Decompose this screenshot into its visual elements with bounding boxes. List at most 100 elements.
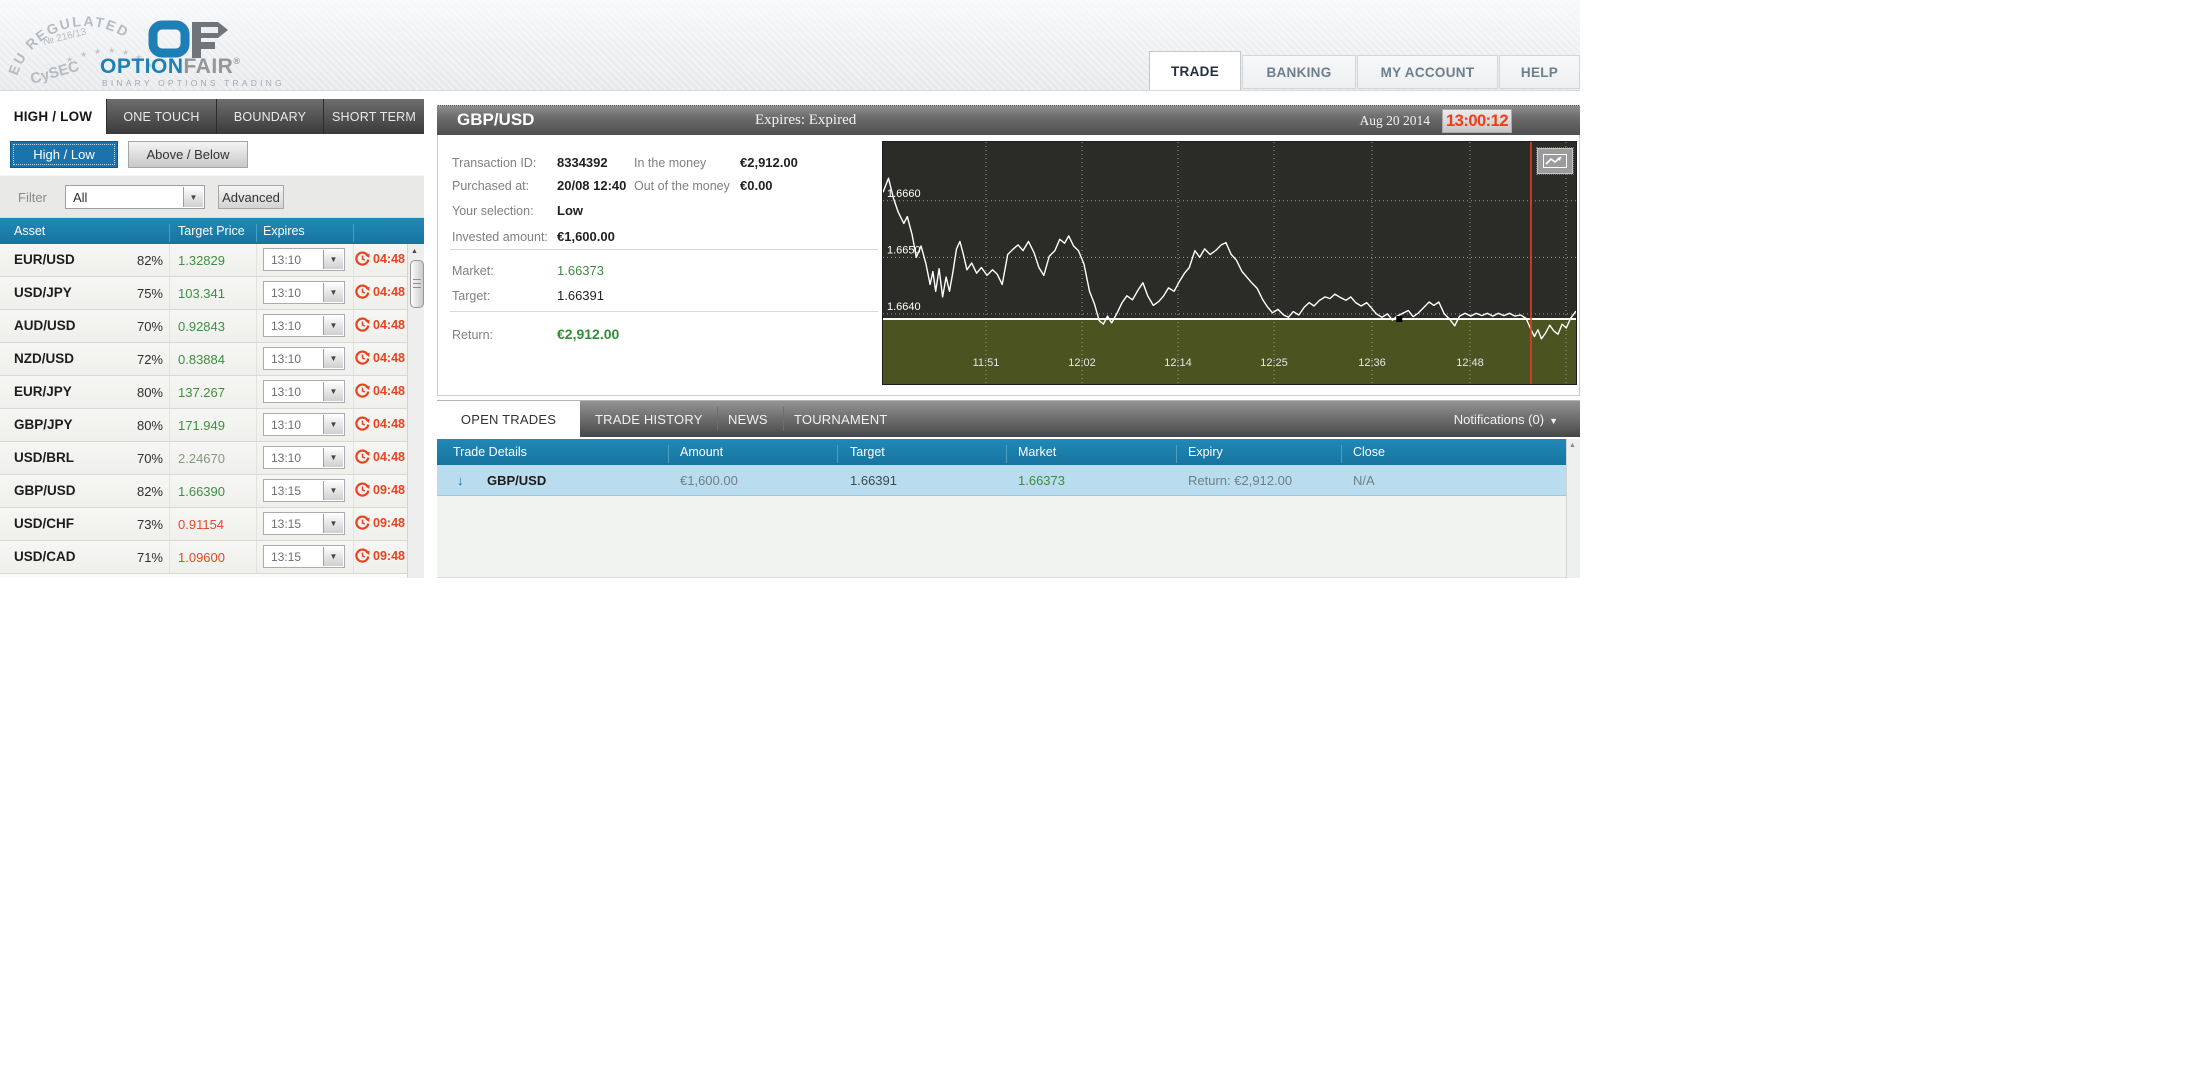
tab-boundary[interactable]: BOUNDARY xyxy=(217,99,324,134)
asset-pair-label: GBP/USD xyxy=(14,483,76,498)
filter-select[interactable]: All ▼ xyxy=(65,185,205,209)
asset-row[interactable]: USD/JPY 75% 103.341 13:10 ▼ 04:48 xyxy=(0,277,407,310)
market-label: Market: xyxy=(452,264,494,278)
expiry-select[interactable]: 13:10 ▼ xyxy=(263,248,345,271)
asset-payout: 71% xyxy=(136,550,163,565)
asset-pair-label: AUD/USD xyxy=(14,318,76,333)
nav-tab-my-account[interactable]: MY ACCOUNT xyxy=(1357,55,1498,89)
asset-row[interactable]: EUR/JPY 80% 137.267 13:10 ▼ 04:48 xyxy=(0,376,407,409)
chevron-down-icon[interactable]: ▼ xyxy=(183,187,203,207)
countdown: 04:48 xyxy=(355,383,405,398)
open-trade-row[interactable]: ↓ GBP/USD €1,600.00 1.66391 1.66373 Retu… xyxy=(437,465,1566,496)
expiry-select[interactable]: 13:10 ▼ xyxy=(263,314,345,337)
thumb-grip xyxy=(413,287,421,288)
chevron-down-icon[interactable]: ▼ xyxy=(323,481,343,500)
expiry-select[interactable]: 13:15 ▼ xyxy=(263,545,345,568)
registered-mark: ® xyxy=(233,56,241,66)
asset-payout: 80% xyxy=(136,418,163,433)
asset-row[interactable]: USD/CHF 73% 0.91154 13:15 ▼ 09:48 xyxy=(0,508,407,541)
col-close: Close xyxy=(1353,445,1385,459)
chevron-down-icon[interactable]: ▼ xyxy=(323,250,343,269)
nav-tab-banking[interactable]: BANKING xyxy=(1242,55,1356,89)
asset-row[interactable]: NZD/USD 72% 0.83884 13:10 ▼ 04:48 xyxy=(0,343,407,376)
column-divider xyxy=(256,541,257,573)
chevron-down-icon[interactable]: ▼ xyxy=(323,349,343,368)
expiry-select[interactable]: 13:10 ▼ xyxy=(263,413,345,436)
nav-tab-trade[interactable]: TRADE xyxy=(1149,51,1241,90)
chevron-down-icon[interactable]: ▼ xyxy=(323,415,343,434)
optionfair-logo-icon xyxy=(148,20,228,58)
chevron-down-icon[interactable]: ▼ xyxy=(323,316,343,335)
tab-short-term[interactable]: SHORT TERM xyxy=(324,99,424,134)
column-divider xyxy=(169,409,170,441)
nav-tab-help[interactable]: HELP xyxy=(1499,55,1580,89)
tab-tournament[interactable]: TOURNAMENT xyxy=(794,412,887,427)
target-label: Target: xyxy=(452,289,491,303)
tab-trade-history[interactable]: TRADE HISTORY xyxy=(595,412,703,427)
tab-high-low[interactable]: HIGH / LOW xyxy=(0,99,107,134)
filter-selected-value: All xyxy=(73,190,88,205)
column-divider xyxy=(256,409,257,441)
asset-row[interactable]: GBP/JPY 80% 171.949 13:10 ▼ 04:48 xyxy=(0,409,407,442)
advanced-button[interactable]: Advanced xyxy=(218,185,284,209)
asset-payout: 82% xyxy=(136,484,163,499)
chevron-down-icon[interactable]: ▼ xyxy=(323,382,343,401)
column-divider xyxy=(353,442,354,474)
trade-expiry: Return: €2,912.00 xyxy=(1188,473,1293,488)
svg-text:CySEC: CySEC xyxy=(28,58,81,88)
above-below-button[interactable]: Above / Below xyxy=(128,141,248,168)
scrollbar-thumb[interactable] xyxy=(410,260,424,308)
countdown: 04:48 xyxy=(355,449,405,464)
trades-scrollbar[interactable]: ▲ xyxy=(1566,439,1580,578)
column-divider xyxy=(353,475,354,507)
column-divider xyxy=(256,343,257,375)
out-of-money-value: €0.00 xyxy=(740,178,773,193)
trade-market: 1.66373 xyxy=(1018,473,1065,488)
expiry-select[interactable]: 13:10 ▼ xyxy=(263,347,345,370)
chart-type-button[interactable] xyxy=(1536,147,1574,175)
column-divider xyxy=(169,442,170,474)
tab-open-trades[interactable]: OPEN TRADES xyxy=(437,401,580,438)
chevron-down-icon[interactable]: ▼ xyxy=(323,514,343,533)
expiry-select[interactable]: 13:10 ▼ xyxy=(263,380,345,403)
tab-divider xyxy=(717,407,718,431)
column-divider xyxy=(837,445,838,463)
scroll-up-icon[interactable]: ▲ xyxy=(1569,442,1576,449)
expiry-value: 13:10 xyxy=(271,253,302,267)
expiry-select[interactable]: 13:10 ▼ xyxy=(263,446,345,469)
column-divider xyxy=(1176,445,1177,463)
expiry-select[interactable]: 13:15 ▼ xyxy=(263,512,345,535)
tab-one-touch[interactable]: ONE TOUCH xyxy=(107,99,217,134)
asset-row[interactable]: EUR/USD 82% 1.32829 13:10 ▼ 04:48 xyxy=(0,244,407,277)
chevron-down-icon[interactable]: ▼ xyxy=(323,283,343,302)
tab-news[interactable]: NEWS xyxy=(728,412,768,427)
column-divider xyxy=(353,343,354,375)
high-low-button[interactable]: High / Low xyxy=(10,141,118,168)
countdown-time: 09:48 xyxy=(373,548,405,563)
col-amount: Amount xyxy=(680,445,724,459)
column-divider xyxy=(169,376,170,408)
countdown-time: 04:48 xyxy=(373,284,405,299)
expiry-value: 13:10 xyxy=(271,418,302,432)
column-divider xyxy=(353,277,354,309)
col-market: Market xyxy=(1018,445,1057,459)
asset-row[interactable]: USD/CAD 71% 1.09600 13:15 ▼ 09:48 xyxy=(0,541,407,574)
expiry-select[interactable]: 13:15 ▼ xyxy=(263,479,345,502)
scroll-up-icon[interactable]: ▲ xyxy=(411,248,418,255)
asset-row[interactable]: GBP/USD 82% 1.66390 13:15 ▼ 09:48 xyxy=(0,475,407,508)
notifications-dropdown[interactable]: Notifications (0) ▼ xyxy=(1454,412,1558,427)
asset-row[interactable]: USD/BRL 70% 2.24670 13:10 ▼ 04:48 xyxy=(0,442,407,475)
expiry-value: 13:10 xyxy=(271,352,302,366)
countdown: 09:48 xyxy=(355,548,405,563)
column-divider xyxy=(668,445,669,463)
chevron-down-icon[interactable]: ▼ xyxy=(323,547,343,566)
price-chart[interactable]: 1.6660 1.6650 1.6640 11:51 12:02 12:14 12:25 12… xyxy=(882,141,1577,385)
brand-fair: FAIR xyxy=(183,55,234,78)
asset-row[interactable]: AUD/USD 70% 0.92843 13:10 ▼ 04:48 xyxy=(0,310,407,343)
chevron-down-icon[interactable]: ▼ xyxy=(323,448,343,467)
expiry-select[interactable]: 13:10 ▼ xyxy=(263,281,345,304)
col-trade-details: Trade Details xyxy=(453,445,527,459)
col-asset: Asset xyxy=(14,224,46,238)
asset-list-scrollbar[interactable]: ▲ xyxy=(407,244,424,578)
countdown-clock-icon xyxy=(355,482,370,497)
